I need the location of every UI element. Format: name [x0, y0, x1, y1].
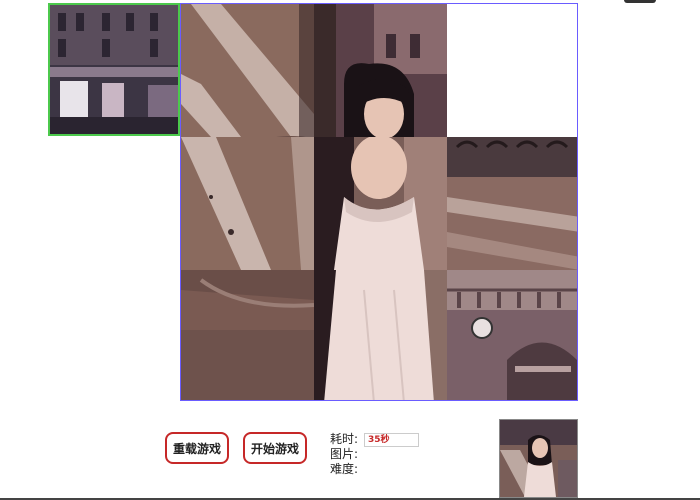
puzzle-tile[interactable] [314, 4, 447, 137]
start-game-button[interactable]: 开始游戏 [243, 432, 307, 464]
puzzle-tile[interactable] [181, 137, 314, 270]
puzzle-tile[interactable] [314, 137, 447, 270]
game-info-panel: 耗时: 35秒 图片: 难度: [330, 432, 419, 477]
image-label: 图片: [330, 447, 359, 461]
reload-game-button[interactable]: 重载游戏 [165, 432, 229, 464]
empty-slot[interactable] [447, 4, 577, 137]
time-value: 35秒 [364, 432, 419, 447]
building-storefront-image [50, 5, 178, 134]
held-puzzle-piece[interactable] [48, 3, 180, 136]
puzzle-tile[interactable] [181, 4, 314, 137]
puzzle-tile[interactable] [314, 270, 447, 400]
window-tab-indicator [624, 0, 656, 3]
puzzle-tile[interactable] [447, 270, 577, 400]
puzzle-tile[interactable] [181, 270, 314, 400]
preview-thumbnail [499, 419, 578, 498]
puzzle-board [180, 3, 578, 401]
difficulty-label: 难度: [330, 462, 359, 476]
puzzle-tile[interactable] [447, 137, 577, 270]
time-label: 耗时: [330, 432, 359, 446]
